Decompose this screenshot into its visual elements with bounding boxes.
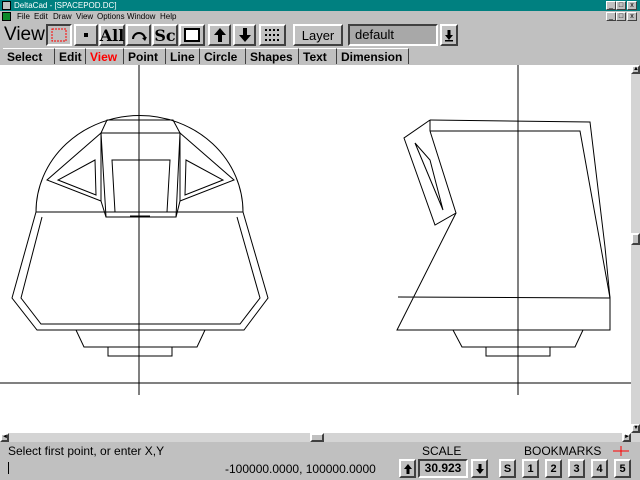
scale-up-button[interactable] (399, 459, 416, 478)
app-icon[interactable] (2, 1, 11, 10)
crosshair-icon (612, 445, 630, 456)
coordinate-readout: -100000.0000, 100000.0000 (225, 462, 376, 476)
menu-file[interactable]: File (17, 11, 30, 22)
toolbar: View All Sc Layer default (0, 22, 640, 48)
scale-label: SCALE (422, 444, 462, 458)
bookmarks-label: BOOKMARKS (524, 444, 602, 458)
arrow-up-icon (403, 463, 412, 474)
front-view-drawing (11, 115, 269, 357)
vertical-scroll-thumb[interactable] (631, 233, 640, 245)
text-cursor (8, 462, 9, 474)
document-icon[interactable] (2, 12, 11, 21)
dropdown-arrow-icon (445, 30, 453, 42)
scale-down-button[interactable] (471, 459, 488, 478)
menu-draw[interactable]: Draw (53, 11, 72, 22)
tab-circle[interactable]: Circle (200, 48, 246, 64)
maximize-button[interactable]: □ (616, 1, 626, 10)
dot-icon (84, 33, 88, 37)
doc-restore-button[interactable]: □ (616, 12, 626, 21)
horizontal-scrollbar[interactable]: ◄ ► (0, 433, 640, 442)
redraw-button[interactable] (126, 24, 151, 46)
layer-select[interactable]: default (348, 24, 438, 46)
menu-view[interactable]: View (76, 11, 93, 22)
command-tabs: Select Edit View Point Line Circle Shape… (0, 48, 640, 65)
tab-dimension[interactable]: Dimension (337, 48, 409, 64)
window-title: DeltaCad - [SPACEPOD.DC] (14, 1, 117, 10)
doc-minimize-button[interactable]: _ (606, 12, 616, 21)
bookmark-3-button[interactable]: 3 (568, 459, 585, 478)
arrow-up-icon (213, 28, 226, 42)
redraw-icon (131, 32, 147, 41)
title-bar: DeltaCad - [SPACEPOD.DC] _ □ x (0, 0, 640, 11)
grid-icon (264, 29, 279, 41)
zoom-in-button[interactable] (208, 24, 231, 46)
mode-label: View (4, 24, 45, 45)
close-button[interactable]: x (627, 1, 637, 10)
scroll-right-arrow-icon[interactable]: ► (622, 433, 631, 442)
zoom-window-button[interactable] (46, 24, 72, 46)
tab-point[interactable]: Point (124, 48, 166, 64)
doc-close-button[interactable]: x (627, 12, 637, 21)
zoom-previous-button[interactable] (179, 24, 205, 46)
tab-edit[interactable]: Edit (55, 48, 86, 64)
side-view-drawing (396, 119, 611, 357)
status-bar: Select first point, or enter X,Y -100000… (0, 442, 640, 480)
zoom-scale-button[interactable]: Sc (152, 24, 178, 46)
horizontal-scroll-thumb[interactable] (310, 433, 324, 442)
bookmark-5-button[interactable]: 5 (614, 459, 631, 478)
scale-value[interactable]: 30.923 (418, 459, 468, 478)
zoom-window-icon (51, 28, 67, 42)
bookmark-1-button[interactable]: 1 (522, 459, 539, 478)
drawing-canvas[interactable] (0, 65, 631, 441)
tab-shapes[interactable]: Shapes (246, 48, 299, 64)
zoom-out-button[interactable] (233, 24, 256, 46)
layer-dropdown-button[interactable] (440, 24, 458, 46)
grid-button[interactable] (259, 24, 286, 46)
tab-line[interactable]: Line (166, 48, 200, 64)
tab-select[interactable]: Select (3, 48, 55, 64)
menu-help[interactable]: Help (160, 11, 176, 22)
bookmark-set-button[interactable]: S (499, 459, 516, 478)
menu-window[interactable]: Window (127, 11, 155, 22)
arrow-down-icon (475, 463, 484, 474)
menu-bar: File Edit Draw View Options Window Help … (0, 11, 640, 22)
window-icon (184, 28, 200, 42)
zoom-all-button[interactable]: All (99, 24, 125, 46)
layer-button[interactable]: Layer (293, 24, 343, 46)
tab-view[interactable]: View (86, 48, 124, 64)
bookmark-4-button[interactable]: 4 (591, 459, 608, 478)
vertical-scrollbar[interactable]: ▲ ▼ (631, 65, 640, 441)
arrow-down-icon (238, 28, 251, 42)
tab-text[interactable]: Text (299, 48, 337, 64)
scroll-up-arrow-icon[interactable]: ▲ (631, 65, 640, 74)
menu-edit[interactable]: Edit (34, 11, 48, 22)
minimize-button[interactable]: _ (606, 1, 616, 10)
menu-options[interactable]: Options (97, 11, 125, 22)
scroll-down-arrow-icon[interactable]: ▼ (631, 424, 640, 433)
bookmark-2-button[interactable]: 2 (545, 459, 562, 478)
command-prompt: Select first point, or enter X,Y (8, 444, 165, 458)
scroll-left-arrow-icon[interactable]: ◄ (0, 433, 9, 442)
zoom-point-button[interactable] (74, 24, 98, 46)
